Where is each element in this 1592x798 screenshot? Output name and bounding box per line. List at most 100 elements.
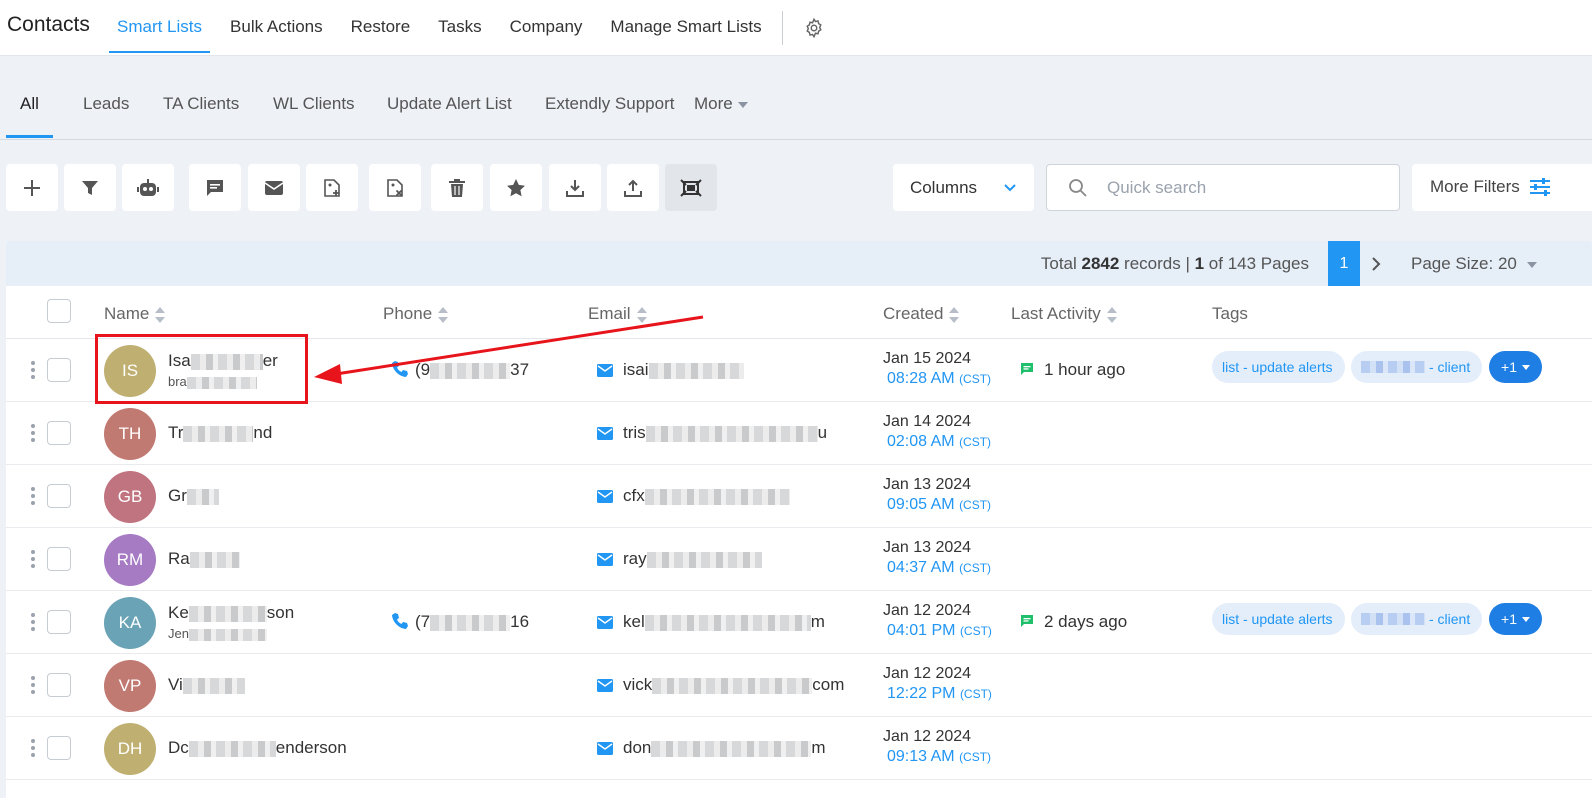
redacted-text	[644, 488, 790, 505]
tag-chip[interactable]: list - update alerts	[1212, 603, 1345, 635]
contact-email[interactable]: ray	[597, 549, 762, 569]
column-header-email[interactable]: Email	[588, 304, 648, 324]
contact-name[interactable]: Dc enderson	[168, 738, 347, 758]
tab-ta-clients[interactable]: TA Clients	[163, 94, 239, 114]
avatar: GB	[104, 471, 156, 523]
table-row[interactable]: IS Isa er bra (9 37 isai Jan 15 2024 08:28 …	[6, 339, 1592, 402]
contact-name[interactable]: Ke son	[168, 603, 294, 623]
contact-name[interactable]: Ra	[168, 549, 240, 569]
contact-phone[interactable]: (7 16	[391, 612, 529, 632]
contact-email[interactable]: cfx	[597, 486, 790, 506]
tab-all[interactable]: All	[20, 94, 39, 114]
row-checkbox[interactable]	[47, 673, 71, 697]
avatar: VP	[104, 660, 156, 712]
delete-button[interactable]	[431, 164, 483, 211]
table-row[interactable]: TH Tr nd tris u Jan 14 2024 02:08 AM (CST)	[6, 402, 1592, 465]
contact-email[interactable]: don m	[597, 738, 826, 758]
table-row[interactable]: GB Gr cfx Jan 13 2024 09:05 AM (CST)	[6, 465, 1592, 528]
row-checkbox[interactable]	[47, 358, 71, 382]
contact-email[interactable]: tris u	[597, 423, 827, 443]
automation-button[interactable]	[122, 164, 174, 211]
contact-email[interactable]: kel m	[597, 612, 825, 632]
send-email-button[interactable]	[248, 164, 300, 211]
filter-icon	[82, 180, 98, 195]
add-contact-button[interactable]	[6, 164, 58, 211]
redacted-text	[430, 362, 511, 379]
created-date: Jan 14 2024 02:08 AM (CST)	[883, 413, 992, 450]
more-tags-button[interactable]: +1	[1489, 351, 1542, 383]
nav-company[interactable]: Company	[510, 0, 583, 56]
filter-button[interactable]	[64, 164, 116, 211]
select-all-checkbox[interactable]	[47, 299, 71, 323]
nav-manage-smart-lists[interactable]: Manage Smart Lists	[610, 0, 761, 56]
tab-wl-clients[interactable]: WL Clients	[273, 94, 355, 114]
column-header-created[interactable]: Created	[883, 304, 960, 324]
mail-icon	[597, 553, 613, 566]
created-date: Jan 12 2024 04:01 PM (CST)	[883, 602, 992, 639]
tag-chip[interactable]: - client	[1351, 351, 1482, 383]
nav-restore[interactable]: Restore	[351, 0, 411, 56]
tab-leads[interactable]: Leads	[83, 94, 129, 114]
contact-name[interactable]: Tr nd	[168, 423, 272, 443]
page-size-select[interactable]: Page Size: 20	[1411, 254, 1537, 274]
page-1-button[interactable]: 1	[1328, 241, 1360, 286]
row-checkbox[interactable]	[47, 484, 71, 508]
tag-chip[interactable]: list - update alerts	[1212, 351, 1345, 383]
contact-email[interactable]: isai	[597, 360, 744, 380]
row-menu-icon[interactable]	[31, 739, 37, 759]
mail-icon	[597, 364, 613, 377]
chat-icon	[1021, 363, 1033, 375]
row-checkbox[interactable]	[47, 610, 71, 634]
table-row[interactable]: VP Vi vick com Jan 12 2024 12:22 PM (CST)	[6, 654, 1592, 717]
row-menu-icon[interactable]	[31, 550, 37, 570]
last-activity: 2 days ago	[1020, 612, 1127, 632]
quick-search-input[interactable]	[1105, 165, 1385, 210]
merge-icon	[680, 178, 702, 197]
row-menu-icon[interactable]	[31, 361, 37, 381]
nav-bulk-actions[interactable]: Bulk Actions	[230, 0, 323, 56]
row-menu-icon[interactable]	[31, 613, 37, 633]
remove-tag-button[interactable]	[369, 164, 421, 211]
mail-icon	[597, 742, 613, 755]
nav-smart-lists[interactable]: Smart Lists	[108, 0, 211, 56]
tab-update-alert-list[interactable]: Update Alert List	[387, 94, 512, 114]
row-checkbox[interactable]	[47, 736, 71, 760]
row-checkbox[interactable]	[47, 547, 71, 571]
contact-email[interactable]: vick com	[597, 675, 844, 695]
row-menu-icon[interactable]	[31, 676, 37, 696]
export-button[interactable]	[607, 164, 659, 211]
next-page-button[interactable]	[1366, 253, 1386, 275]
table-row[interactable]: RM Ra ray Jan 13 2024 04:37 AM (CST)	[6, 528, 1592, 591]
column-header-phone[interactable]: Phone	[383, 304, 449, 324]
import-button[interactable]	[549, 164, 601, 211]
column-header-name[interactable]: Name	[104, 304, 166, 324]
phone-icon	[392, 361, 408, 377]
more-tags-button[interactable]: +1	[1489, 603, 1542, 635]
redacted-text	[645, 425, 818, 442]
add-tag-button[interactable]	[306, 164, 358, 211]
more-filters-button[interactable]: More Filters	[1412, 164, 1592, 211]
tab-more[interactable]: More	[694, 94, 748, 114]
row-menu-icon[interactable]	[31, 424, 37, 444]
gear-icon[interactable]	[801, 15, 827, 41]
tab-extendly-support[interactable]: Extendly Support	[545, 94, 674, 114]
favorite-button[interactable]	[490, 164, 542, 211]
nav-tasks[interactable]: Tasks	[438, 0, 481, 56]
chevron-down-icon	[1521, 364, 1530, 370]
row-menu-icon[interactable]	[31, 487, 37, 507]
tag-chip[interactable]: - client	[1351, 603, 1482, 635]
contact-phone[interactable]: (9 37	[391, 360, 529, 380]
table-row[interactable]: KA Ke son Jen (7 16 kel m Jan 12 2024 04:01 …	[6, 591, 1592, 654]
chevron-right-icon	[1372, 257, 1381, 271]
contact-name[interactable]: Gr	[168, 486, 219, 506]
table-row[interactable]: DH Dc enderson don m Jan 12 2024 09:13 AM (…	[6, 717, 1592, 780]
merge-button[interactable]	[665, 164, 717, 211]
nav-divider	[781, 11, 783, 45]
send-sms-button[interactable]	[189, 164, 241, 211]
contact-name[interactable]: Vi	[168, 675, 245, 695]
column-header-last-activity[interactable]: Last Activity	[1011, 304, 1118, 324]
columns-dropdown[interactable]: Columns	[893, 164, 1034, 211]
row-checkbox[interactable]	[47, 421, 71, 445]
contact-name[interactable]: Isa er	[168, 351, 278, 371]
redacted-text	[189, 551, 240, 568]
